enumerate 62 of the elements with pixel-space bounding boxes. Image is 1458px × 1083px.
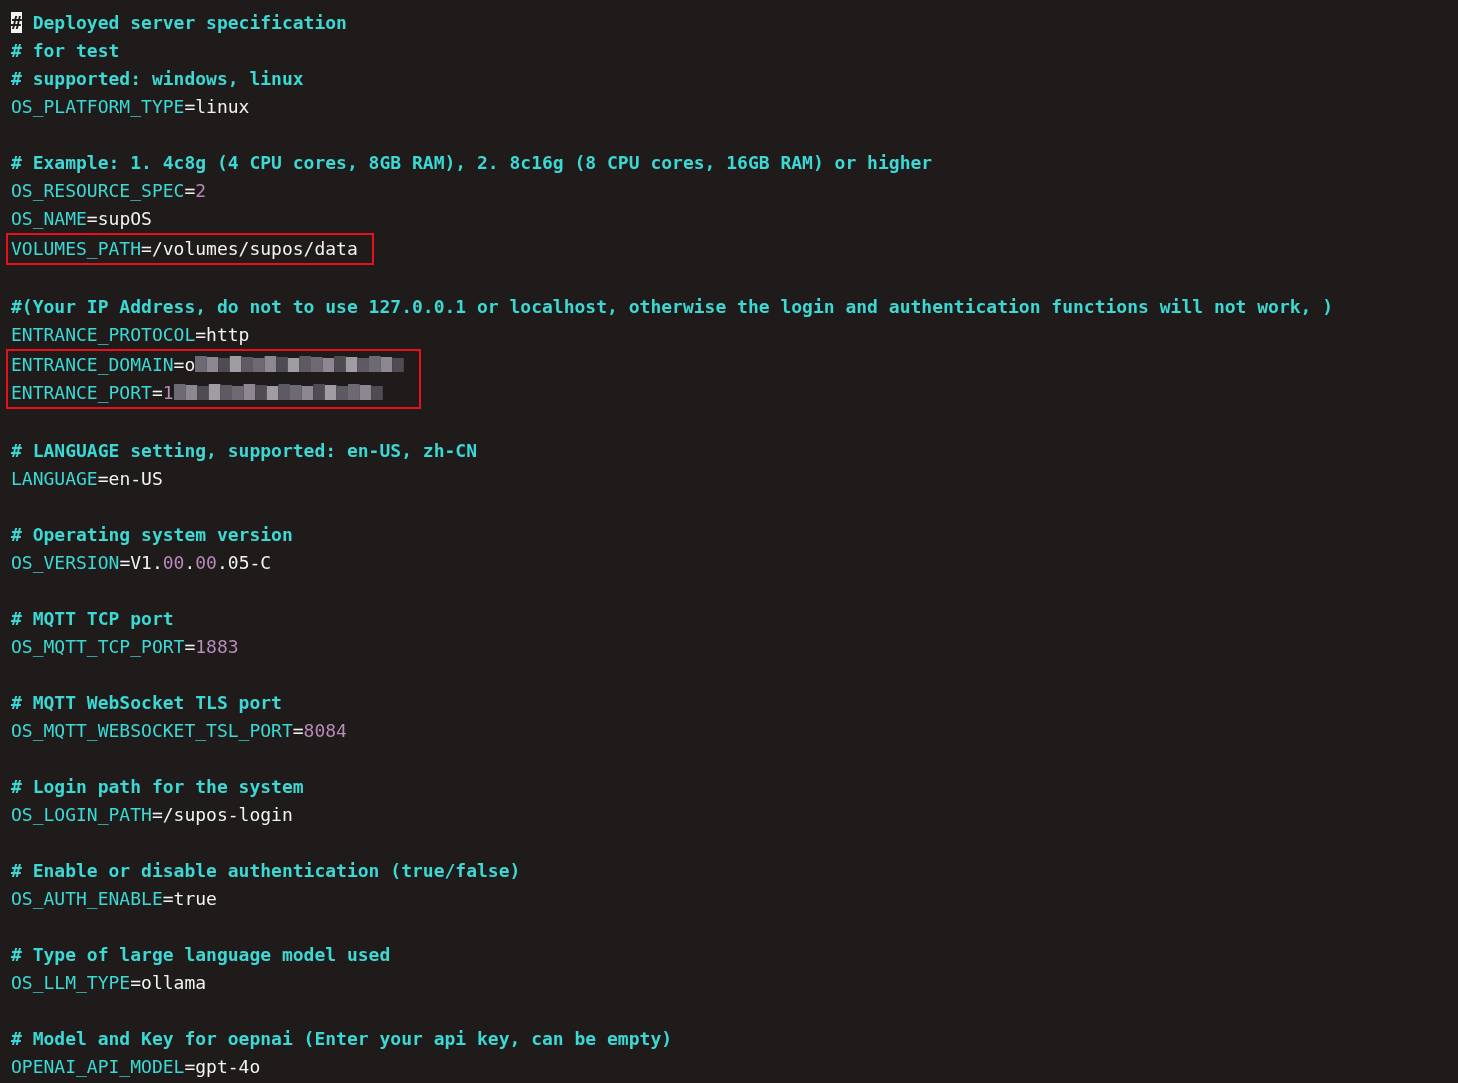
comment-line: # LANGUAGE setting, supported: en-US, zh-CN [11,439,477,463]
setting-key: LANGUAGE [11,465,98,493]
setting-value: .05-C [216,551,272,575]
equals-sign: = [184,1055,196,1079]
setting-value: http [206,323,250,347]
equals-sign: = [130,971,142,995]
setting-value: linux [195,95,250,119]
setting-value: en-US [108,467,163,491]
setting-value: 00 [162,551,185,575]
setting-key: OS_NAME [11,205,87,233]
setting-key: OS_RESOURCE_SPEC [11,177,185,205]
setting-value: 00 [195,551,217,575]
comment-line: # Type of large language model used [11,943,391,967]
comment-line: # supported: windows, linux [11,67,304,91]
equals-sign: = [151,803,163,827]
comment-line: #(Your IP Address, do not to use 127.0.0.1 or localhost, otherwise the login and authentication functions will not work, ) [11,295,1334,319]
comment-line: # Model and Key for oepnai (Enter your api key, can be empty) [11,1027,673,1051]
comment-line: # Deployed server specification [11,11,347,35]
equals-sign: = [292,719,304,743]
comment-line: # MQTT TCP port [11,607,174,631]
equals-sign: = [119,551,131,575]
setting-key: OS_MQTT_TCP_PORT [11,633,185,661]
comment-line: # Enable or disable authentication (true/false) [11,859,521,883]
setting-key: OS_LLM_TYPE [11,969,131,997]
setting-value: ollama [141,971,207,995]
equals-sign: = [195,323,207,347]
comment-line: # for test [11,39,120,63]
comment-line: # Login path for the system [11,775,304,799]
setting-value: V1. [130,551,163,575]
setting-value: 1 [162,381,174,405]
setting-key: OS_VERSION [11,549,120,577]
setting-value: true [173,887,217,911]
comment-line: # Operating system version [11,523,293,547]
setting-value: gpt-4o [195,1055,261,1079]
equals-sign: = [86,207,98,231]
equals-sign: = [97,467,109,491]
comment-line: # MQTT WebSocket TLS port [11,691,282,715]
setting-key: ENTRANCE_PROTOCOL [11,321,196,349]
equals-sign: = [184,179,196,203]
setting-value: /volumes/supos/data [151,237,358,261]
equals-sign: = [162,887,174,911]
setting-key: ENTRANCE_DOMAIN [11,351,174,379]
setting-value: /supos-login [162,803,293,827]
setting-key: OPENAI_API_MODEL [11,1053,185,1081]
setting-key: OS_AUTH_ENABLE [11,885,163,913]
equals-sign: = [141,237,152,261]
setting-value: . [184,551,196,575]
setting-value: 8084 [303,719,347,743]
setting-value: o [184,353,196,377]
setting-key: OS_PLATFORM_TYPE [11,93,185,121]
setting-key: OS_MQTT_WEBSOCKET_TSL_PORT [11,717,293,745]
setting-key: VOLUMES_PATH [11,235,142,263]
setting-value: 1883 [195,635,239,659]
setting-value: supOS [97,207,152,231]
equals-sign: = [184,635,196,659]
equals-sign: = [173,353,185,377]
equals-sign: = [151,381,163,405]
comment-line: # Example: 1. 4c8g (4 CPU cores, 8GB RAM), 2. 8c16g (8 CPU cores, 16GB RAM) or higher [11,151,933,175]
setting-key: ENTRANCE_PORT [11,379,152,407]
equals-sign: = [184,95,196,119]
setting-key: OS_LOGIN_PATH [11,801,152,829]
setting-value: 2 [195,179,207,203]
